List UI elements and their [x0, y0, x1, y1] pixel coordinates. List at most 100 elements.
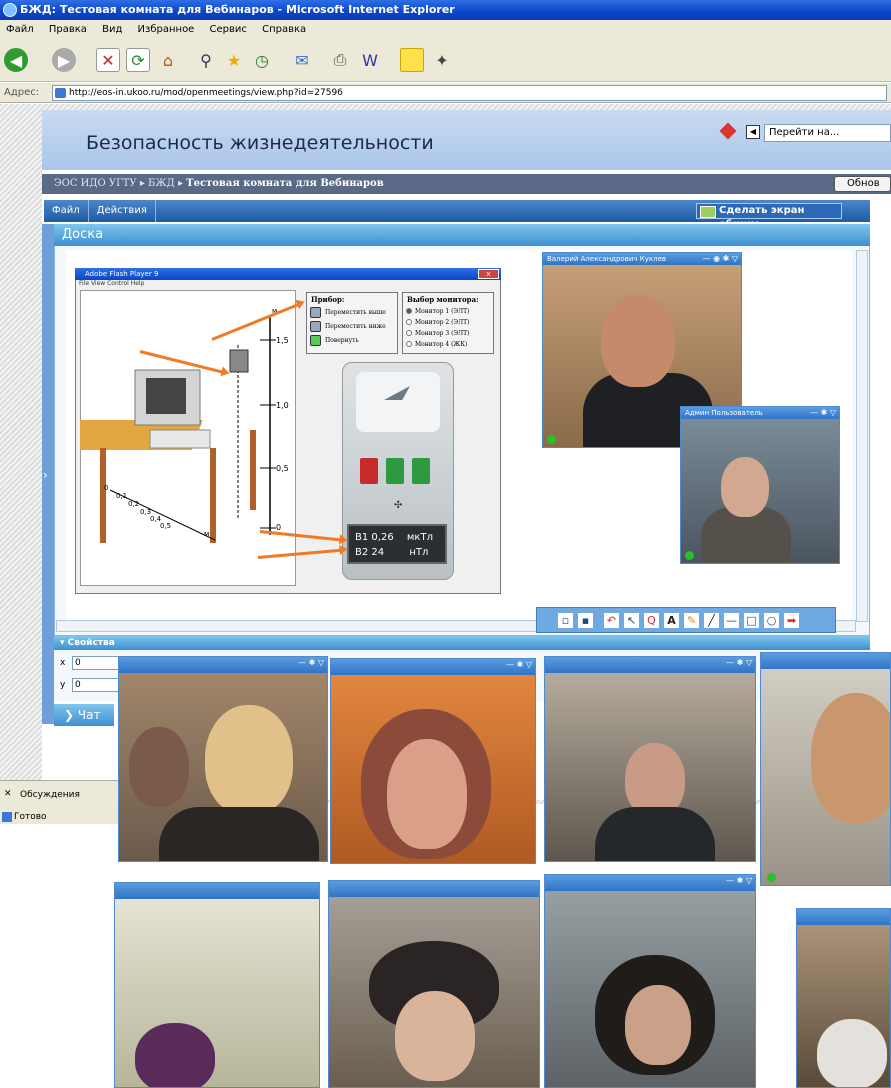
line-icon[interactable]: ╱: [703, 612, 720, 629]
breadcrumb-root[interactable]: ЭОС ИДО УГТУ: [54, 178, 137, 189]
device-red-button[interactable]: [360, 458, 378, 484]
axis-tick-label: 0,1: [116, 492, 128, 500]
text-tool-icon[interactable]: A: [663, 612, 680, 629]
device-panel-title: Прибор:: [311, 295, 345, 304]
new-doc-icon[interactable]: ▫: [557, 612, 574, 629]
undo-icon[interactable]: ↶: [603, 612, 620, 629]
meeting-menu-actions[interactable]: Действия: [89, 200, 156, 222]
video-title-bar[interactable]: — ✱ ▽: [545, 875, 755, 891]
video-window-admin[interactable]: Админ Пользователь — ✱ ▽: [680, 406, 840, 564]
monitor-radio-1[interactable]: Монитор 1 (ЭЛТ): [403, 306, 493, 317]
menu-help[interactable]: Справка: [262, 24, 306, 35]
video-controls-icon[interactable]: — ✱ ▽: [810, 407, 836, 419]
video-title-bar[interactable]: Админ Пользователь — ✱ ▽: [681, 407, 839, 419]
move-up-button[interactable]: Переместить выше: [307, 306, 397, 320]
video-controls-icon[interactable]: — ✱ ▽: [726, 875, 752, 887]
person-face: [129, 727, 189, 807]
search-icon[interactable]: ⚲: [194, 48, 218, 72]
properties-header[interactable]: ▾ Свойства: [54, 636, 870, 650]
video-title-bar[interactable]: [761, 653, 890, 669]
arrow-tool-icon[interactable]: ➡: [783, 612, 800, 629]
video-controls-icon[interactable]: — ✱ ▽: [726, 657, 752, 669]
display-row-b2: B2 24 нТл: [355, 545, 439, 560]
rectangle-icon[interactable]: □: [743, 612, 760, 629]
x-input[interactable]: 0: [72, 656, 122, 670]
history-icon[interactable]: ◷: [250, 48, 274, 72]
b2-value: 24: [371, 547, 385, 558]
y-input[interactable]: 0: [72, 678, 122, 692]
refresh-button[interactable]: Обнов: [834, 176, 891, 192]
rotate-button[interactable]: Повернуть: [307, 334, 397, 348]
video-window-guest[interactable]: — ✱ ▽: [544, 656, 756, 862]
edit-icon[interactable]: W: [358, 48, 382, 72]
left-collapse-bar[interactable]: ›: [42, 224, 54, 724]
underline-icon[interactable]: —: [723, 612, 740, 629]
pen-icon[interactable]: ✎: [683, 612, 700, 629]
notes-icon[interactable]: [400, 48, 424, 72]
menu-tools[interactable]: Сервис: [210, 24, 247, 35]
axis-tick-label: 0,5: [160, 522, 172, 530]
messenger-icon[interactable]: ✦: [430, 48, 454, 72]
menu-favorites[interactable]: Избранное: [138, 24, 195, 35]
video-title-bar[interactable]: Валерий Александрович Куклев — ◉ ✱ ▽: [543, 253, 741, 265]
flash-close-icon[interactable]: x: [478, 269, 499, 279]
video-title-bar[interactable]: — ✱ ▽: [545, 657, 755, 673]
monitor-radio-2[interactable]: Монитор 2 (ЭЛТ): [403, 317, 493, 328]
goto-arrow-icon[interactable]: ◀: [746, 125, 760, 139]
monitor-radio-3[interactable]: Монитор 3 (ЭЛТ): [403, 328, 493, 339]
person-body: [595, 807, 715, 861]
video-window-guest[interactable]: [796, 908, 891, 1088]
print-icon[interactable]: ⎙: [328, 48, 352, 72]
menu-edit[interactable]: Правка: [49, 24, 87, 35]
video-controls-icon[interactable]: — ✱ ▽: [506, 659, 532, 671]
video-window-guest[interactable]: — ✱ ▽: [544, 874, 756, 1088]
zoom-icon[interactable]: Q: [643, 612, 660, 629]
video-window-guest[interactable]: [328, 880, 540, 1088]
whiteboard-vscroll[interactable]: [856, 250, 868, 622]
video-title-bar[interactable]: [329, 881, 539, 897]
video-title-bar[interactable]: [797, 909, 890, 925]
meeting-menu-file[interactable]: Файл: [44, 200, 89, 222]
favorites-icon[interactable]: ★: [222, 48, 246, 72]
ellipse-icon[interactable]: ○: [763, 612, 780, 629]
stop-icon[interactable]: ✕: [96, 48, 120, 72]
refresh-icon[interactable]: ⟳: [126, 48, 150, 72]
video-window-guest[interactable]: — ✱ ▽: [118, 656, 328, 862]
video-title-bar[interactable]: — ✱ ▽: [331, 659, 535, 675]
chat-label: Чат: [77, 708, 101, 722]
back-icon[interactable]: ◀: [4, 48, 28, 72]
save-icon[interactable]: ▪: [577, 612, 594, 629]
video-controls-icon[interactable]: — ◉ ✱ ▽: [703, 253, 738, 265]
video-window-guest[interactable]: — ✱ ▽: [330, 658, 536, 864]
menu-view[interactable]: Вид: [102, 24, 122, 35]
online-status-icon: [547, 435, 556, 444]
video-title-bar[interactable]: [115, 883, 319, 899]
chat-tab[interactable]: ❯ Чат: [54, 704, 114, 726]
table-leg: [250, 430, 256, 510]
display-row-b1: B1 0,26 мкТл: [355, 530, 439, 545]
video-window-guest[interactable]: [114, 882, 320, 1088]
up-icon: [310, 307, 321, 318]
video-controls-icon[interactable]: — ✱ ▽: [298, 657, 324, 669]
breadcrumb-current: Тестовая комната для Вебинаров: [186, 178, 384, 189]
menu-file[interactable]: Файл: [6, 24, 34, 35]
move-down-button[interactable]: Переместить ниже: [307, 320, 397, 334]
mail-icon[interactable]: ✉: [290, 48, 314, 72]
device-green-button[interactable]: [412, 458, 430, 484]
address-input[interactable]: http://eos-in.ukoo.ru/mod/openmeetings/v…: [52, 85, 887, 101]
video-window-guest[interactable]: [760, 652, 891, 886]
breadcrumb-course[interactable]: БЖД: [148, 178, 175, 189]
pointer-icon[interactable]: ↖: [623, 612, 640, 629]
video-title-bar[interactable]: — ✱ ▽: [119, 657, 327, 673]
device-green-button[interactable]: [386, 458, 404, 484]
expand-arrow-icon[interactable]: ›: [43, 468, 48, 482]
share-screen-button[interactable]: Сделать экран общим: [696, 203, 842, 230]
move-up-label: Переместить выше: [325, 309, 386, 316]
forward-icon[interactable]: ▶: [52, 48, 76, 72]
monitor-radio-4[interactable]: Монитор 4 (ЖК): [403, 339, 493, 350]
home-icon[interactable]: ⌂: [156, 48, 180, 72]
goto-select[interactable]: Перейти на...: [764, 124, 891, 142]
close-icon[interactable]: ✕: [4, 789, 12, 799]
monitor-panel-title: Выбор монитора:: [407, 295, 479, 304]
discussions-button[interactable]: Обсуждения: [20, 790, 80, 800]
